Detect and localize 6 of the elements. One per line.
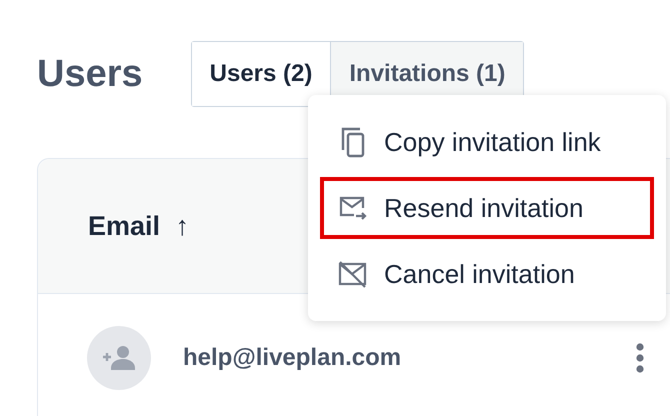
menu-item[interactable]: Resend invitation <box>320 177 654 239</box>
menu-item[interactable]: Cancel invitation <box>320 243 654 305</box>
page-title: Users <box>37 53 143 96</box>
column-header[interactable]: Email ↑ <box>88 210 190 242</box>
email-text: help@liveplan.com <box>183 344 402 372</box>
menu-item[interactable]: Copy invitation link <box>320 111 654 173</box>
